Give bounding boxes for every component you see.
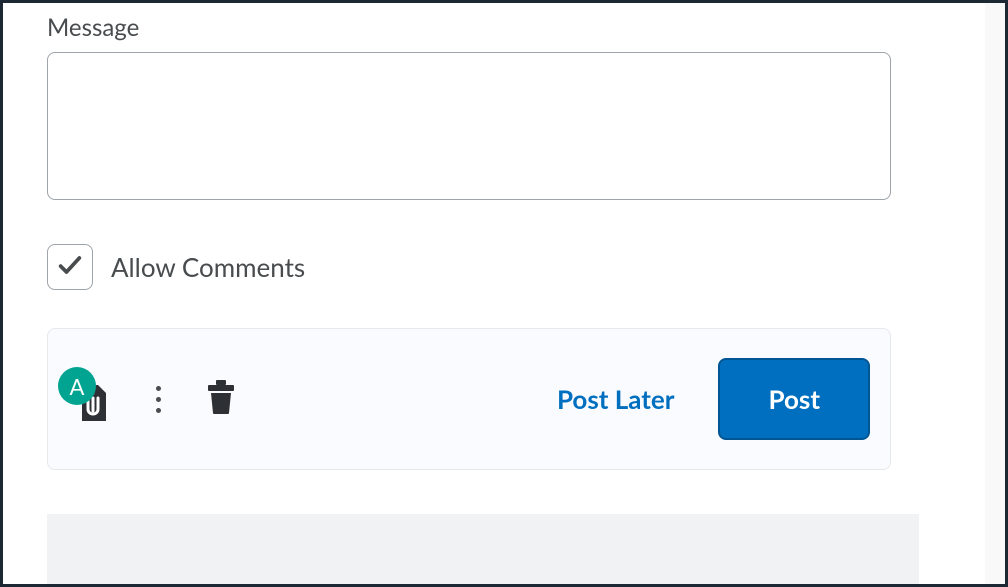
allow-comments-label: Allow Comments — [111, 251, 305, 283]
kebab-dot-icon — [156, 386, 161, 391]
more-options-button[interactable] — [148, 378, 169, 421]
scrollbar-track[interactable] — [985, 3, 1005, 584]
delete-button[interactable] — [205, 379, 237, 419]
action-bar: A Post Late — [47, 328, 891, 470]
allow-comments-row: Allow Comments — [47, 244, 961, 290]
message-label: Message — [47, 13, 961, 42]
post-later-button[interactable]: Post Later — [537, 373, 695, 425]
form-container: Message Allow Comments A — [3, 3, 1005, 470]
allow-comments-checkbox[interactable] — [47, 244, 93, 290]
kebab-dot-icon — [156, 408, 161, 413]
trash-icon — [205, 400, 237, 419]
post-button[interactable]: Post — [718, 358, 870, 440]
attach-file-button[interactable]: A — [58, 369, 108, 429]
footer-bar — [47, 514, 919, 584]
message-textarea[interactable] — [47, 52, 891, 200]
kebab-dot-icon — [156, 397, 161, 402]
check-icon — [56, 251, 84, 283]
attachment-badge: A — [58, 367, 96, 405]
